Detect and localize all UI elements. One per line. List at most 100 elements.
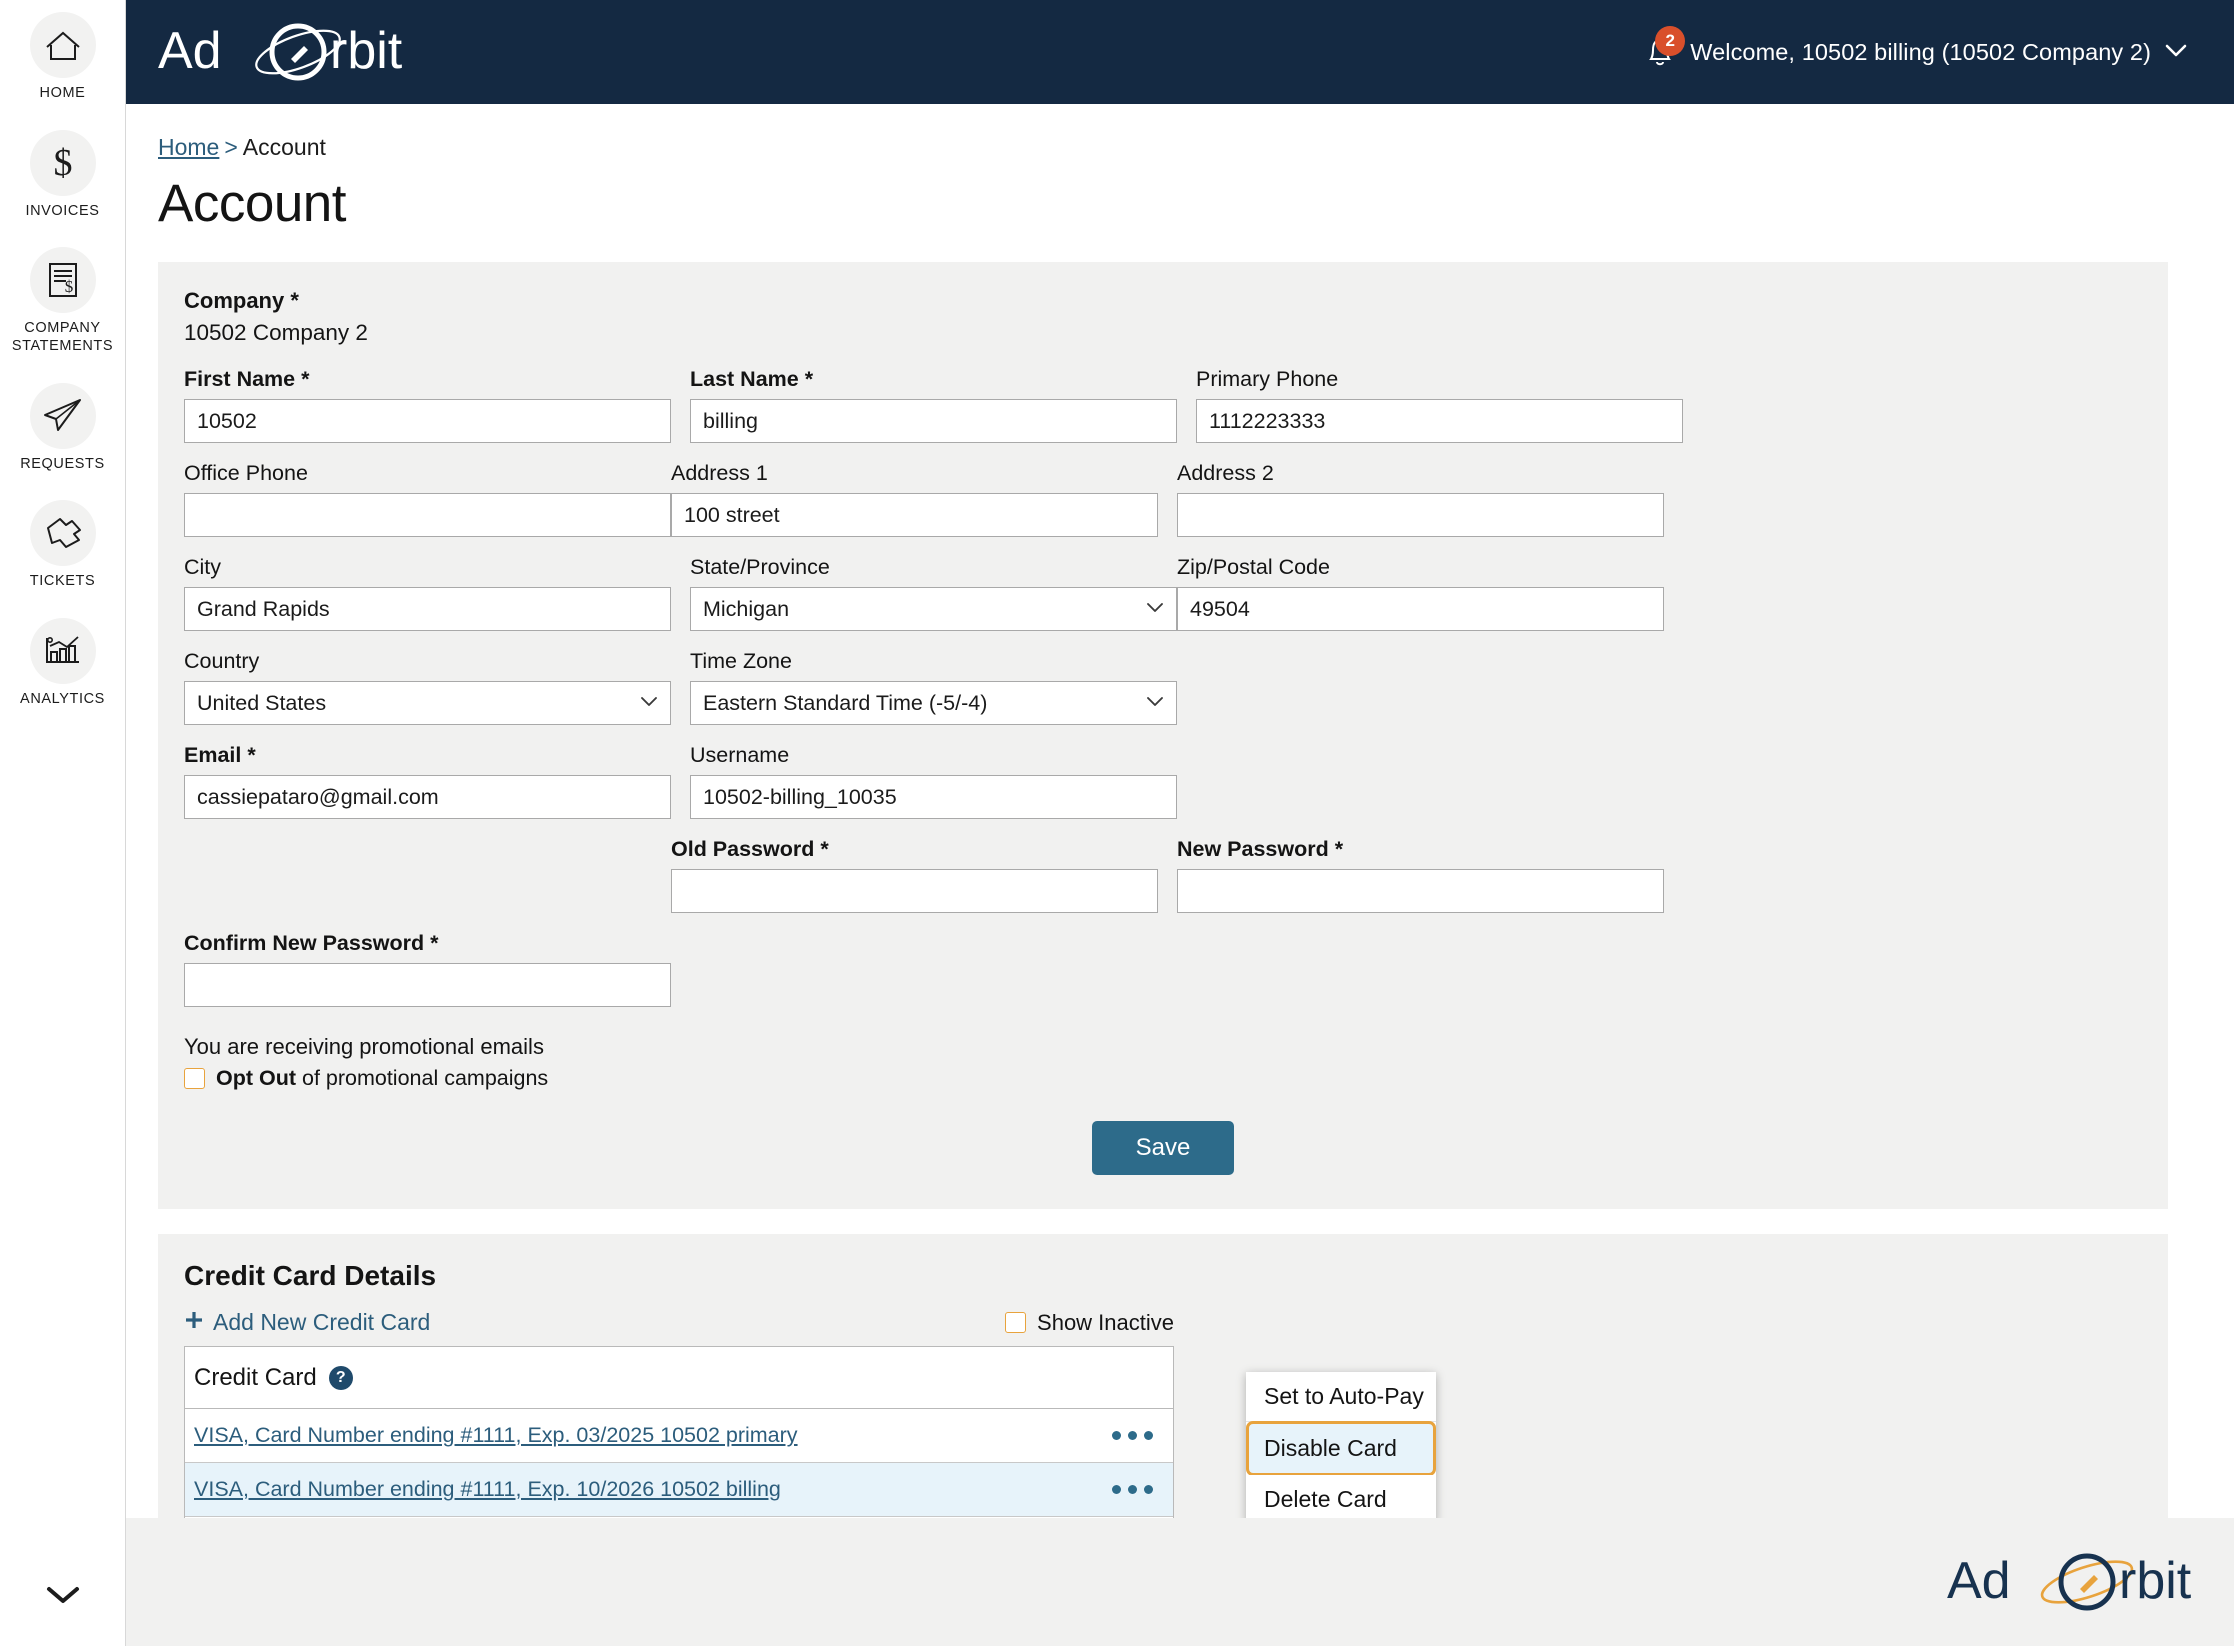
sidebar-item-tickets[interactable]: TICKETS <box>0 500 125 591</box>
field-label: Address 2 <box>1177 461 1274 485</box>
field-label: Email * <box>184 743 256 767</box>
show-inactive-label: Show Inactive <box>1037 1309 1174 1335</box>
add-new-credit-card-label: Add New Credit Card <box>213 1309 431 1335</box>
field-first-name: First Name * <box>184 367 671 443</box>
field-primary-phone: Primary Phone <box>1196 367 1683 443</box>
country-select[interactable]: United States <box>184 681 671 725</box>
field-label: Country <box>184 649 260 673</box>
opt-out-bold: Opt Out <box>216 1066 297 1090</box>
breadcrumb-current: Account <box>242 134 326 160</box>
sidebar-item-analytics[interactable]: ANALYTICS <box>0 618 125 709</box>
chevron-down-icon <box>2164 42 2188 63</box>
credit-card-table-header: Credit Card ? <box>185 1347 1173 1409</box>
field-label: Username <box>690 743 790 767</box>
last-name-input[interactable] <box>690 399 1177 443</box>
old-password-input[interactable] <box>671 869 1158 913</box>
menu-item-disable-card[interactable]: Disable Card <box>1246 1421 1436 1476</box>
sidebar-item-label: COMPANY STATEMENTS <box>11 320 114 355</box>
field-label: Primary Phone <box>1196 367 1339 391</box>
field-label: State/Province <box>690 555 830 579</box>
confirm-password-input[interactable] <box>184 963 671 1007</box>
add-new-credit-card-button[interactable]: Add New Credit Card <box>184 1309 430 1336</box>
page-title: Account <box>158 174 347 233</box>
main-content: Home > Account Account Company * 10502 Com… <box>126 104 2234 1518</box>
ellipsis-icon[interactable] <box>1110 1425 1155 1446</box>
office-phone-input[interactable] <box>184 493 671 537</box>
company-label: Company * <box>184 288 299 313</box>
opt-out-checkbox[interactable] <box>184 1068 205 1089</box>
user-menu-button[interactable]: 2 Welcome, 10502 billing (10502 Company … <box>1643 26 2188 72</box>
state-select[interactable]: Michigan <box>690 587 1177 631</box>
timezone-select[interactable]: Eastern Standard Time (-5/-4) <box>690 681 1177 725</box>
show-inactive-checkbox[interactable] <box>1005 1312 1027 1333</box>
credit-card-link[interactable]: VISA, Card Number ending #1111, Exp. 03/… <box>194 1423 798 1448</box>
first-name-input[interactable] <box>184 399 671 443</box>
ad-orbit-footer-logo-icon: Ad rbit <box>1947 1552 2192 1611</box>
welcome-label: Welcome, 10502 billing (10502 Company 2) <box>1690 38 2151 65</box>
menu-item-delete-card[interactable]: Delete Card <box>1246 1475 1436 1518</box>
save-button[interactable]: Save <box>1091 1121 1235 1175</box>
zip-input[interactable] <box>1177 587 1664 631</box>
sidebar-item-home[interactable]: HOME <box>0 12 125 103</box>
paper-plane-icon <box>29 382 96 449</box>
field-label: Office Phone <box>184 461 308 485</box>
email-input[interactable] <box>184 775 671 819</box>
app-logo[interactable]: Ad rbit <box>158 21 403 83</box>
ad-orbit-logo-icon: Ad rbit <box>158 22 403 81</box>
field-state: State/Province Michigan <box>690 555 1177 631</box>
svg-text:rbit: rbit <box>330 22 403 80</box>
menu-item-set-to-auto-pay[interactable]: Set to Auto-Pay <box>1246 1372 1436 1422</box>
field-username: Username <box>690 743 1177 819</box>
dollar-icon: $ <box>29 129 96 196</box>
opt-out-row: Opt Out of promotional campaigns <box>184 1066 2142 1091</box>
address2-input[interactable] <box>1177 493 1664 537</box>
company-value: 10502 Company 2 <box>184 320 368 345</box>
table-row[interactable]: VISA, Card Number ending #1111, Exp. 10/… <box>185 1463 1173 1517</box>
credit-card-link[interactable]: VISA, Card Number ending #1111, Exp. 10/… <box>194 1477 781 1502</box>
field-address2: Address 2 <box>1177 461 1664 537</box>
field-email: Email * <box>184 743 671 819</box>
question-mark-icon[interactable]: ? <box>328 1365 353 1390</box>
sidebar-collapse-button[interactable] <box>0 1585 126 1610</box>
field-label: City <box>184 555 222 579</box>
breadcrumb: Home > Account <box>158 134 2234 161</box>
svg-text:rbit: rbit <box>2119 1552 2192 1610</box>
save-row: Save <box>184 1121 2142 1175</box>
page-footer: Ad rbit <box>126 1518 2234 1646</box>
primary-phone-input[interactable] <box>1196 399 1683 443</box>
field-label: Old Password * <box>671 837 829 861</box>
notifications-button[interactable]: 2 <box>1643 26 1686 72</box>
top-header-bar: Ad rbit 2 Welcome, 10502 billing (10502 … <box>126 0 2234 104</box>
svg-text:$: $ <box>53 142 72 184</box>
sidebar-item-company-statements[interactable]: $ COMPANY STATEMENTS <box>0 247 125 355</box>
svg-text:Ad: Ad <box>1947 1552 2011 1610</box>
field-label: First Name * <box>184 367 310 391</box>
form-grid: First Name * Last Name * Primary Phone O… <box>184 367 2142 1025</box>
table-row[interactable]: VISA, Card Number ending #1111, Exp. 03/… <box>185 1409 1173 1463</box>
sidebar-item-requests[interactable]: REQUESTS <box>0 382 125 474</box>
account-form-panel: Company * 10502 Company 2 First Name * L… <box>158 262 2168 1209</box>
svg-text:Ad: Ad <box>158 22 222 80</box>
ticket-icon <box>29 500 96 567</box>
city-input[interactable] <box>184 587 671 631</box>
username-input[interactable] <box>690 775 1177 819</box>
plus-icon <box>184 1310 204 1335</box>
credit-card-context-menu: Set to Auto-Pay Disable Card Delete Card <box>1246 1372 1436 1518</box>
sidebar-item-label: TICKETS <box>29 573 96 590</box>
field-label: Time Zone <box>690 649 792 673</box>
bar-chart-icon <box>29 618 96 685</box>
statement-icon: $ <box>29 247 96 314</box>
address1-input[interactable] <box>671 493 1158 537</box>
field-old-password: Old Password * <box>671 837 1158 913</box>
new-password-input[interactable] <box>1177 869 1664 913</box>
breadcrumb-home-link[interactable]: Home <box>158 134 219 160</box>
field-label: Zip/Postal Code <box>1177 555 1330 579</box>
ellipsis-icon[interactable] <box>1110 1479 1155 1500</box>
field-last-name: Last Name * <box>690 367 1177 443</box>
credit-card-section-title: Credit Card Details <box>184 1260 437 1291</box>
sidebar-item-invoices[interactable]: $ INVOICES <box>0 129 125 221</box>
credit-card-table: Credit Card ? VISA, Card Number ending #… <box>184 1346 1174 1518</box>
field-label: Address 1 <box>671 461 768 485</box>
field-zip: Zip/Postal Code <box>1177 555 1664 631</box>
field-timezone: Time Zone Eastern Standard Time (-5/-4) <box>690 649 1177 725</box>
